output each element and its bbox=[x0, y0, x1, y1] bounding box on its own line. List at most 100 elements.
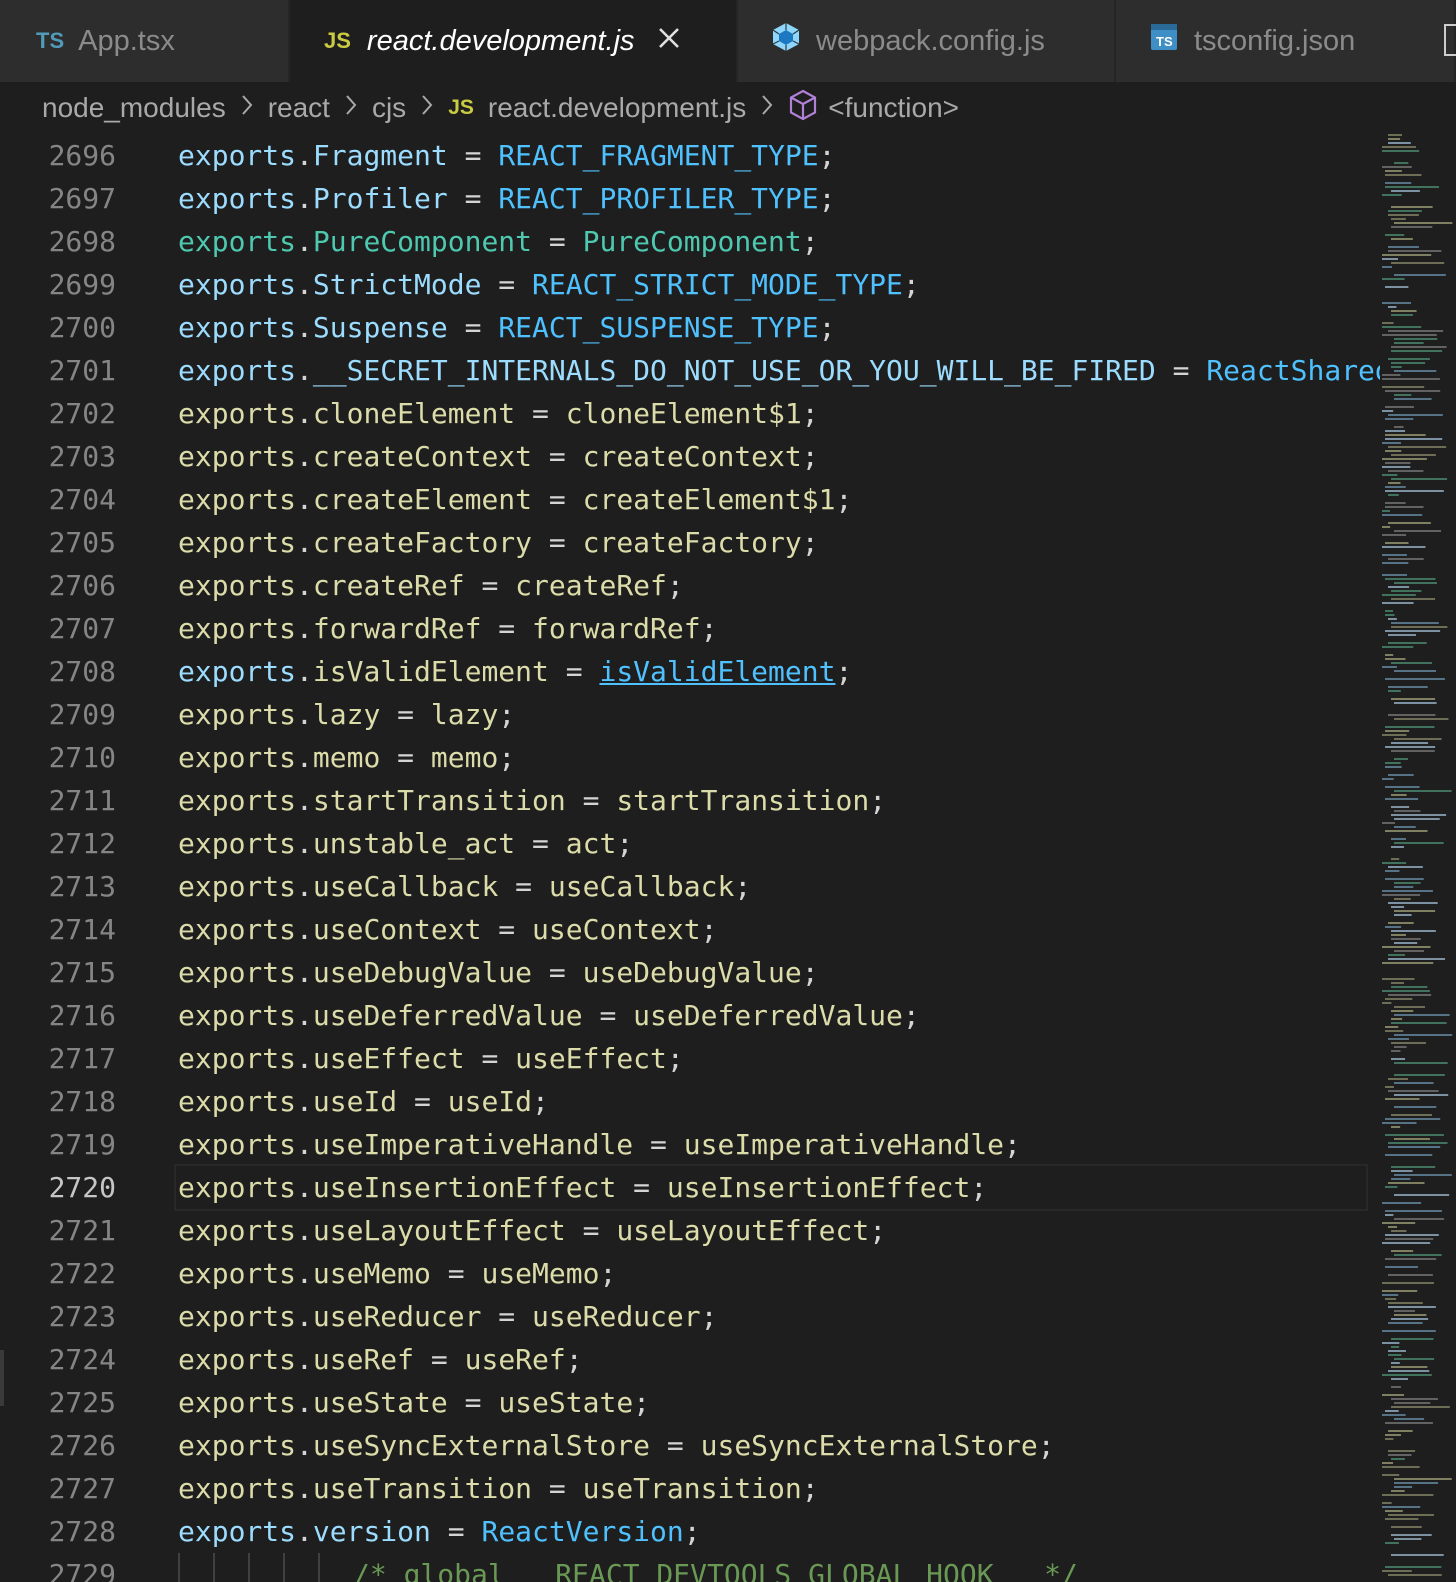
breadcrumb-item-cjs[interactable]: cjs bbox=[372, 92, 406, 124]
property-token: memo bbox=[312, 741, 381, 774]
code-line[interactable]: 2716 exports.useDeferredValue = useDeferr… bbox=[0, 994, 1380, 1037]
minimap-line bbox=[1388, 1078, 1408, 1080]
value-token: createElement$1 bbox=[582, 483, 836, 516]
code-editor[interactable]: 2696 exports.Fragment = REACT_FRAGMENT_TY… bbox=[0, 134, 1380, 1582]
dot-token: . bbox=[296, 182, 313, 215]
code-line[interactable]: 2719 exports.useImperativeHandle = useImp… bbox=[0, 1123, 1380, 1166]
minimap-line bbox=[1388, 954, 1405, 956]
code-line[interactable]: 2727 exports.useTransition = useTransitio… bbox=[0, 1467, 1380, 1510]
minimap-line bbox=[1382, 1494, 1434, 1496]
tab-webpack-config-js[interactable]: webpack.config.js bbox=[738, 0, 1116, 82]
dot-token: . bbox=[296, 397, 313, 430]
javascript-file-icon: JS bbox=[324, 28, 351, 53]
minimap-line bbox=[1385, 1410, 1399, 1412]
object-token: exports bbox=[178, 741, 297, 774]
code-line[interactable]: 2704 exports.createElement = createElemen… bbox=[0, 478, 1380, 521]
code-line[interactable]: 2709 exports.lazy = lazy; bbox=[0, 693, 1380, 736]
tab-react-development-js[interactable]: JS react.development.js bbox=[290, 0, 738, 82]
breadcrumb-item-react[interactable]: react bbox=[268, 92, 330, 124]
code-line[interactable]: 2725 exports.useState = useState; bbox=[0, 1381, 1380, 1424]
minimap-line bbox=[1385, 746, 1436, 748]
code-text: exports.Profiler = REACT_PROFILER_TYPE; bbox=[178, 177, 1380, 220]
close-icon[interactable] bbox=[657, 25, 681, 58]
minimap-line bbox=[1385, 418, 1414, 420]
code-line[interactable]: 2705 exports.createFactory = createFactor… bbox=[0, 521, 1380, 564]
property-token: useCallback bbox=[312, 870, 499, 903]
code-line[interactable]: 2723 exports.useReducer = useReducer; bbox=[0, 1295, 1380, 1338]
minimap-line bbox=[1382, 278, 1405, 280]
property-token: useReducer bbox=[312, 1300, 482, 1333]
minimap-line bbox=[1391, 1378, 1408, 1380]
breadcrumb-item-file[interactable]: JS react.development.js bbox=[448, 92, 746, 124]
minimap-line bbox=[1382, 386, 1425, 388]
indent-guide bbox=[283, 1553, 318, 1582]
minimap-line bbox=[1391, 1406, 1450, 1408]
minimap-line bbox=[1385, 1566, 1442, 1568]
operator-token: = bbox=[532, 225, 583, 258]
code-line[interactable]: 2726 exports.useSyncExternalStore = useSy… bbox=[0, 1424, 1380, 1467]
tab-app-tsx[interactable]: TS App.tsx bbox=[0, 0, 290, 82]
definition-link[interactable]: isValidElement bbox=[599, 655, 835, 688]
tab-tsconfig-json[interactable]: TS tsconfig.json bbox=[1116, 0, 1456, 82]
code-line[interactable]: 2712 exports.unstable_act = act; bbox=[0, 822, 1380, 865]
indent-guide bbox=[248, 1553, 283, 1582]
value-token: useDeferredValue bbox=[633, 999, 903, 1032]
chevron-right-icon bbox=[760, 92, 774, 124]
minimap-line bbox=[1382, 534, 1407, 536]
minimap-line bbox=[1394, 1082, 1434, 1084]
code-line[interactable]: 2715 exports.useDebugValue = useDebugValu… bbox=[0, 951, 1380, 994]
line-number: 2701 bbox=[48, 354, 116, 387]
operator-token: = bbox=[616, 1171, 667, 1204]
minimap-line bbox=[1394, 1106, 1437, 1108]
breadcrumb-item-node-modules[interactable]: node_modules bbox=[42, 92, 226, 124]
code-line[interactable]: 2724 exports.useRef = useRef; bbox=[0, 1338, 1380, 1381]
minimap-line bbox=[1385, 490, 1444, 492]
code-line[interactable]: 2697 exports.Profiler = REACT_PROFILER_TY… bbox=[0, 177, 1380, 220]
code-line[interactable]: 2706 exports.createRef = createRef; bbox=[0, 564, 1380, 607]
minimap-line bbox=[1385, 926, 1402, 928]
semicolon-token: ; bbox=[616, 827, 634, 860]
code-line[interactable]: 2714 exports.useContext = useContext; bbox=[0, 908, 1380, 951]
code-line[interactable]: 2700 exports.Suspense = REACT_SUSPENSE_TY… bbox=[0, 306, 1380, 349]
code-line[interactable]: 2729 /* global __REACT_DEVTOOLS_GLOBAL_HO… bbox=[0, 1553, 1380, 1582]
property-token: StrictMode bbox=[312, 268, 482, 301]
line-number: 2729 bbox=[48, 1558, 116, 1582]
code-line[interactable]: 2708 exports.isValidElement = isValidElem… bbox=[0, 650, 1380, 693]
minimap-line bbox=[1385, 730, 1410, 732]
minimap-line bbox=[1391, 1490, 1405, 1492]
semicolon-token: ; bbox=[801, 526, 819, 559]
minimap-line bbox=[1394, 950, 1424, 952]
code-line[interactable]: 2710 exports.memo = memo; bbox=[0, 736, 1380, 779]
code-text: exports.useSyncExternalStore = useSyncEx… bbox=[178, 1424, 1380, 1467]
code-line[interactable]: 2701 exports.__SECRET_INTERNALS_DO_NOT_US… bbox=[0, 349, 1380, 392]
code-line[interactable]: 2699 exports.StrictMode = REACT_STRICT_MO… bbox=[0, 263, 1380, 306]
operator-token: = bbox=[532, 526, 583, 559]
minimap-line bbox=[1382, 526, 1391, 528]
minimap-line bbox=[1385, 1154, 1433, 1156]
code-line[interactable]: 2696 exports.Fragment = REACT_FRAGMENT_TY… bbox=[0, 134, 1380, 177]
code-line[interactable]: 2720 exports.useInsertionEffect = useInse… bbox=[0, 1164, 1380, 1211]
code-line[interactable]: 2722 exports.useMemo = useMemo; bbox=[0, 1252, 1380, 1295]
dot-token: . bbox=[296, 225, 313, 258]
operator-token: = bbox=[532, 956, 583, 989]
breadcrumb-item-function[interactable]: <function> bbox=[788, 89, 959, 128]
code-line[interactable]: 2728 exports.version = ReactVersion; bbox=[0, 1510, 1380, 1553]
code-line[interactable]: 2711 exports.startTransition = startTrans… bbox=[0, 779, 1380, 822]
minimap-line bbox=[1394, 898, 1411, 900]
code-line[interactable]: 2707 exports.forwardRef = forwardRef; bbox=[0, 607, 1380, 650]
code-line[interactable]: 2698 exports.PureComponent = PureComponen… bbox=[0, 220, 1380, 263]
minimap[interactable] bbox=[1380, 134, 1456, 1582]
minimap-line bbox=[1391, 218, 1406, 220]
dot-token: . bbox=[296, 569, 313, 602]
minimap-line bbox=[1391, 846, 1404, 848]
property-token: lazy bbox=[312, 698, 381, 731]
code-line[interactable]: 2703 exports.createContext = createContex… bbox=[0, 435, 1380, 478]
code-line[interactable]: 2718 exports.useId = useId; bbox=[0, 1080, 1380, 1123]
code-line[interactable]: 2721 exports.useLayoutEffect = useLayoutE… bbox=[0, 1209, 1380, 1252]
code-line[interactable]: 2713 exports.useCallback = useCallback; bbox=[0, 865, 1380, 908]
minimap-line bbox=[1388, 482, 1401, 484]
minimap-line bbox=[1391, 1042, 1426, 1044]
code-line[interactable]: 2702 exports.cloneElement = cloneElement$… bbox=[0, 392, 1380, 435]
code-line[interactable]: 2717 exports.useEffect = useEffect; bbox=[0, 1037, 1380, 1080]
tab-overflow-icon[interactable] bbox=[1444, 24, 1456, 56]
